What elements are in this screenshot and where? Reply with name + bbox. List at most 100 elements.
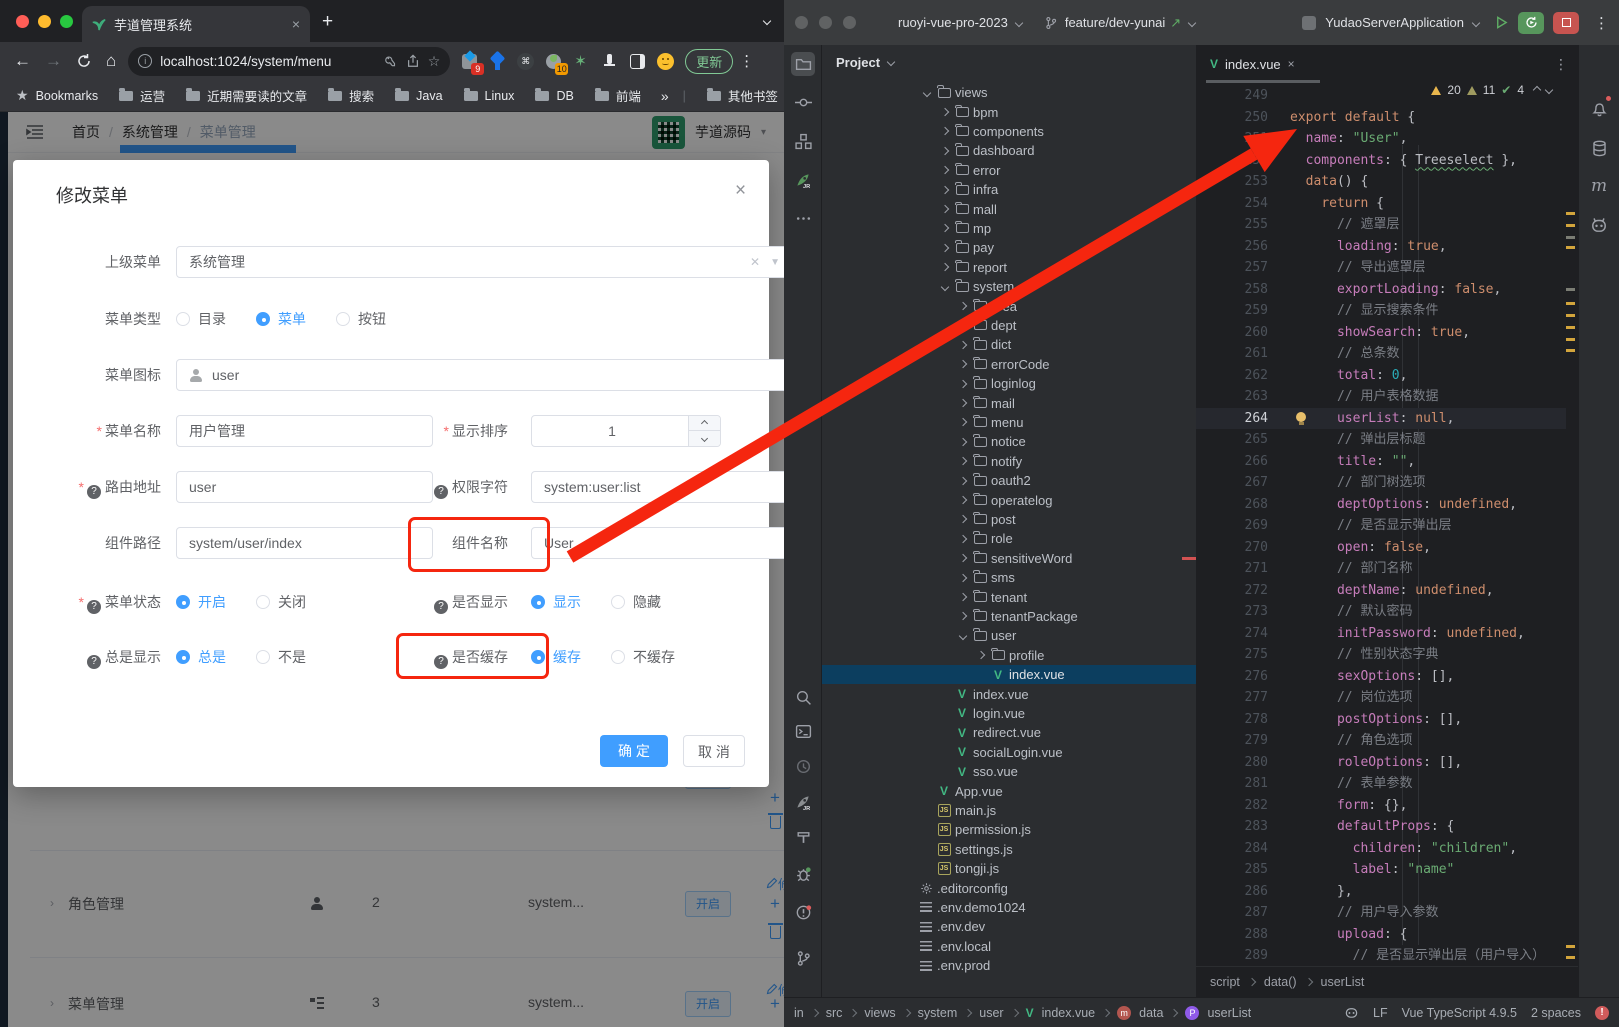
tree-item-user[interactable]: user bbox=[822, 626, 1196, 645]
radio-visible-show[interactable]: 显示 bbox=[531, 586, 581, 618]
code-line-250[interactable]: 250export default { bbox=[1196, 107, 1566, 129]
chevron-right-icon[interactable] bbox=[959, 515, 967, 523]
reload-icon[interactable] bbox=[76, 53, 92, 69]
search-icon[interactable] bbox=[791, 685, 815, 709]
breadcrumb-item[interactable]: script bbox=[1210, 975, 1240, 989]
code-line-289[interactable]: 289 // 是否显示弹出层（用户导入） bbox=[1196, 945, 1566, 967]
tree-item-notify[interactable]: notify bbox=[822, 452, 1196, 471]
code-line-288[interactable]: 288 upload: { bbox=[1196, 924, 1566, 946]
chevron-right-icon[interactable] bbox=[959, 418, 967, 426]
tree-item-role[interactable]: role bbox=[822, 529, 1196, 548]
tree-item-loginlog[interactable]: loginlog bbox=[822, 374, 1196, 393]
status-path-item[interactable]: userList bbox=[1207, 1006, 1251, 1020]
tree-item-errorcode[interactable]: errorCode bbox=[822, 355, 1196, 374]
new-tab-button[interactable]: + bbox=[322, 12, 333, 31]
side-panel-icon[interactable] bbox=[628, 52, 647, 71]
problems-icon[interactable] bbox=[791, 900, 815, 924]
chevron-right-icon[interactable] bbox=[941, 185, 949, 193]
tree-item-infra[interactable]: infra bbox=[822, 180, 1196, 199]
run-config-name[interactable]: YudaoServerApplication bbox=[1325, 15, 1464, 30]
chevron-right-icon[interactable] bbox=[959, 612, 967, 620]
more-tools-icon[interactable] bbox=[791, 206, 815, 230]
ide-menu-kebab-icon[interactable]: ⋮ bbox=[1594, 14, 1609, 32]
bookmark-item[interactable]: 近期需要读的文章 bbox=[186, 86, 307, 105]
code-line-270[interactable]: 270 open: false, bbox=[1196, 537, 1566, 559]
help-icon[interactable]: ? bbox=[434, 485, 448, 499]
radio-type-menu[interactable]: 菜单 bbox=[256, 303, 306, 335]
git-icon[interactable] bbox=[791, 946, 815, 970]
permission-input[interactable]: system:user:list bbox=[531, 471, 784, 503]
code-line-253[interactable]: 253 data() { bbox=[1196, 171, 1566, 193]
tree-item-area[interactable]: area bbox=[822, 296, 1196, 315]
build-icon[interactable] bbox=[791, 824, 815, 848]
tree-item-mail[interactable]: mail bbox=[822, 393, 1196, 412]
chevron-down-icon[interactable] bbox=[941, 282, 949, 290]
select-caret-icon[interactable]: ▼ bbox=[770, 257, 780, 268]
code-line-261[interactable]: 261 // 总条数 bbox=[1196, 343, 1566, 365]
stepper-down-icon[interactable] bbox=[689, 431, 720, 446]
chevron-right-icon[interactable] bbox=[941, 166, 949, 174]
ide-minimize-button[interactable] bbox=[819, 16, 832, 29]
tree-item-dept[interactable]: dept bbox=[822, 316, 1196, 335]
code-line-267[interactable]: 267 // 部门树选项 bbox=[1196, 472, 1566, 494]
jrebel-icon[interactable]: JR bbox=[791, 168, 815, 192]
bookmarks-overflow-chevron[interactable]: » bbox=[661, 88, 669, 104]
chevron-right-icon[interactable] bbox=[941, 108, 949, 116]
code-line-286[interactable]: 286 }, bbox=[1196, 881, 1566, 903]
status-path-item[interactable]: system bbox=[918, 1006, 958, 1020]
chevron-right-icon[interactable] bbox=[959, 302, 967, 310]
forward-icon[interactable]: → bbox=[45, 51, 62, 71]
tree-item-tenantpackage[interactable]: tenantPackage bbox=[822, 607, 1196, 626]
tree-item-oauth2[interactable]: oauth2 bbox=[822, 471, 1196, 490]
stepper-up-icon[interactable] bbox=[689, 416, 720, 431]
extension-icon[interactable]: ✶ bbox=[572, 52, 591, 71]
chevron-right-icon[interactable] bbox=[959, 321, 967, 329]
chevron-right-icon[interactable] bbox=[959, 379, 967, 387]
chevron-down-icon[interactable] bbox=[959, 632, 967, 640]
code-line-268[interactable]: 268 deptOptions: undefined, bbox=[1196, 494, 1566, 516]
radio-always-no[interactable]: 不是 bbox=[256, 641, 306, 673]
chevron-right-icon[interactable] bbox=[959, 476, 967, 484]
window-minimize-button[interactable] bbox=[38, 15, 51, 28]
tree-item-mp[interactable]: mp bbox=[822, 219, 1196, 238]
radio-visible-hide[interactable]: 隐藏 bbox=[611, 586, 661, 618]
project-widget[interactable]: ruoyi-vue-pro-2023 bbox=[898, 15, 1008, 30]
extension-icon[interactable] bbox=[600, 52, 619, 71]
site-info-icon[interactable]: i bbox=[138, 54, 152, 68]
chevron-right-icon[interactable] bbox=[941, 205, 949, 213]
route-path-input[interactable]: user bbox=[176, 471, 433, 503]
tree-item-menu[interactable]: menu bbox=[822, 413, 1196, 432]
extension-icon[interactable] bbox=[488, 52, 507, 71]
code-line-275[interactable]: 275 // 性别状态字典 bbox=[1196, 644, 1566, 666]
help-icon[interactable]: ? bbox=[434, 600, 448, 614]
bookmark-item[interactable]: 前端 bbox=[595, 86, 641, 105]
code-line-257[interactable]: 257 // 导出遮罩层 bbox=[1196, 257, 1566, 279]
chevron-right-icon[interactable] bbox=[941, 127, 949, 135]
code-line-274[interactable]: 274 initPassword: undefined, bbox=[1196, 623, 1566, 645]
url-bar[interactable]: i localhost:1024/system/menu ☆ bbox=[128, 47, 450, 76]
tree-item-index-vue[interactable]: Vindex.vue bbox=[822, 665, 1196, 684]
radio-status-on[interactable]: 开启 bbox=[176, 586, 226, 618]
tree-item-app-vue[interactable]: VApp.vue bbox=[822, 781, 1196, 800]
chevron-down-icon[interactable] bbox=[923, 88, 931, 96]
chevron-right-icon[interactable] bbox=[941, 244, 949, 252]
tree-item-index-vue[interactable]: Vindex.vue bbox=[822, 684, 1196, 703]
tree-item-bpm[interactable]: bpm bbox=[822, 102, 1196, 121]
assistant-bot-icon[interactable] bbox=[1588, 214, 1610, 236]
notifications-bell-icon[interactable] bbox=[1588, 97, 1610, 119]
chevron-right-icon[interactable] bbox=[959, 593, 967, 601]
code-line-276[interactable]: 276 sexOptions: [], bbox=[1196, 666, 1566, 688]
code-line-262[interactable]: 262 total: 0, bbox=[1196, 365, 1566, 387]
error-indicator-icon[interactable]: ! bbox=[1595, 1006, 1609, 1020]
home-icon[interactable]: ⌂ bbox=[106, 51, 116, 71]
code-line-259[interactable]: 259 // 显示搜索条件 bbox=[1196, 300, 1566, 322]
tree-item-main-js[interactable]: JSmain.js bbox=[822, 801, 1196, 820]
help-icon[interactable]: ? bbox=[87, 655, 101, 669]
bookmarks-star-icon[interactable]: ★ bbox=[16, 87, 29, 104]
code-line-251[interactable]: 251 name: "User", bbox=[1196, 128, 1566, 150]
other-bookmarks-folder[interactable]: 其他书签 bbox=[707, 86, 778, 105]
tree-item-pay[interactable]: pay bbox=[822, 238, 1196, 257]
branch-widget[interactable]: feature/dev-yunai bbox=[1065, 15, 1165, 30]
code-line-285[interactable]: 285 label: "name" bbox=[1196, 859, 1566, 881]
code-line-249[interactable]: 249 bbox=[1196, 85, 1566, 107]
